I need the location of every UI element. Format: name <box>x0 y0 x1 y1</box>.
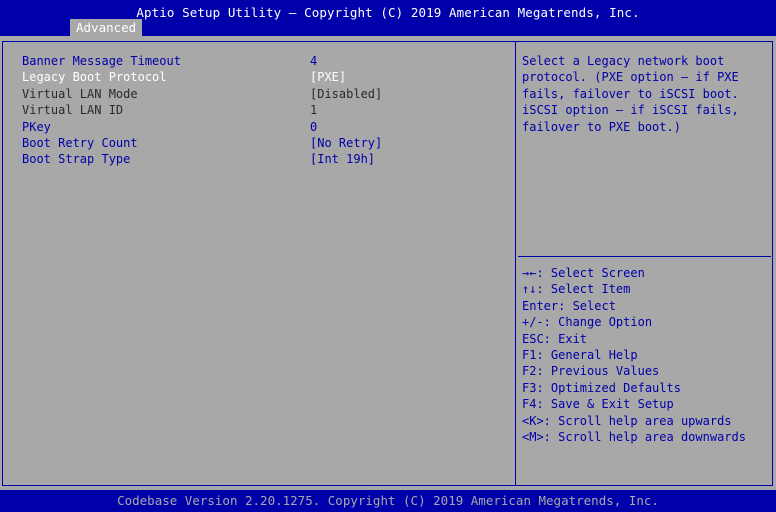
setting-label: Boot Strap Type <box>22 152 131 167</box>
key-hint: +/-: Change Option <box>522 315 653 330</box>
key-hint: ↑↓: Select Item <box>522 282 631 297</box>
setting-value[interactable]: [No Retry] <box>310 135 382 151</box>
setting-label: Legacy Boot Protocol <box>22 70 167 85</box>
setting-value[interactable]: 4 <box>310 53 317 69</box>
key-hint: →←: Select Screen <box>522 266 645 280</box>
key-hint: <M>: Scroll help area downwards <box>522 429 746 444</box>
setting-boot-strap-type[interactable]: Boot Strap Type [Int 19h] <box>22 151 502 167</box>
key-legend: →←: Select Screen ↑↓: Select Item Enter:… <box>522 265 746 445</box>
settings-list: Banner Message Timeout 4 Legacy Boot Pro… <box>22 53 502 168</box>
key-hint: Enter: Select <box>522 298 616 313</box>
setting-virtual-lan-mode[interactable]: Virtual LAN Mode [Disabled] <box>22 86 502 102</box>
help-separator <box>518 256 771 257</box>
setting-label: PKey <box>22 119 51 134</box>
setting-label: Boot Retry Count <box>22 135 138 150</box>
key-hint: F2: Previous Values <box>522 364 660 379</box>
setting-label: Banner Message Timeout <box>22 54 181 68</box>
setting-legacy-boot-protocol[interactable]: Legacy Boot Protocol [PXE] <box>22 69 502 85</box>
app-title: Aptio Setup Utility – Copyright (C) 2019… <box>136 5 640 20</box>
setting-label: Virtual LAN ID <box>22 103 124 118</box>
key-hint: F4: Save & Exit Setup <box>522 397 674 412</box>
key-hint: ESC: Exit <box>522 331 588 346</box>
setting-banner-message-timeout[interactable]: Banner Message Timeout 4 <box>22 53 502 69</box>
setting-virtual-lan-id[interactable]: Virtual LAN ID 1 <box>22 102 502 118</box>
setting-value[interactable]: [PXE] <box>310 69 346 85</box>
setting-pkey[interactable]: PKey 0 <box>22 119 502 135</box>
setting-value[interactable]: [Int 19h] <box>310 151 375 167</box>
setting-value[interactable]: [Disabled] <box>310 86 382 102</box>
key-hint: F3: Optimized Defaults <box>522 380 681 395</box>
key-hint: F1: General Help <box>522 347 638 362</box>
tab-advanced[interactable]: Advanced <box>70 19 143 36</box>
help-description: Select a Legacy network boot protocol. (… <box>522 54 739 134</box>
panel-divider <box>515 41 516 486</box>
footer-version: Codebase Version 2.20.1275. Copyright (C… <box>0 490 776 512</box>
title-bar: Aptio Setup Utility – Copyright (C) 2019… <box>0 0 776 36</box>
setting-label: Virtual LAN Mode <box>22 86 138 101</box>
setting-value[interactable]: 1 <box>310 102 317 118</box>
setting-boot-retry-count[interactable]: Boot Retry Count [No Retry] <box>22 135 502 151</box>
setting-value[interactable]: 0 <box>310 119 317 135</box>
key-hint: <K>: Scroll help area upwards <box>522 413 732 428</box>
